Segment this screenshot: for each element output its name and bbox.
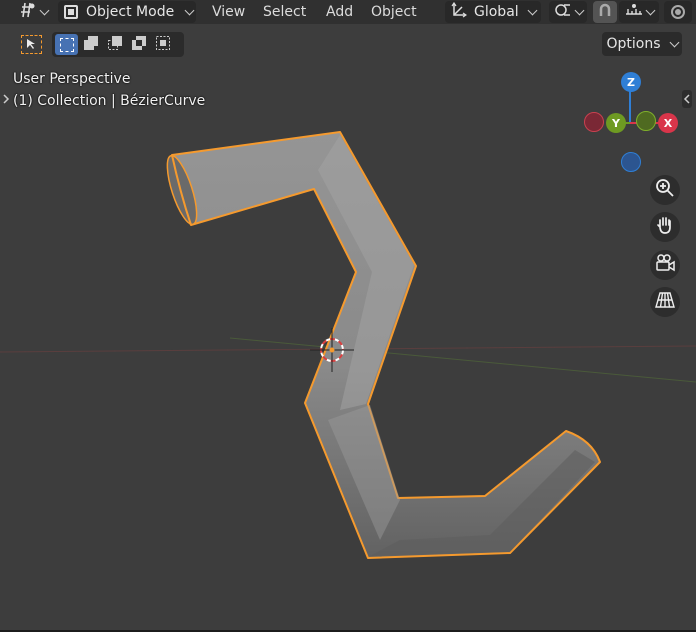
options-dropdown[interactable]: Options [602,32,682,56]
select-difference-icon [131,35,147,55]
gizmo-neg-x-axis[interactable] [584,112,604,132]
orientation-icon [451,1,468,22]
editor-type-button[interactable] [16,1,50,23]
select-new-icon [59,37,74,52]
select-subtract-icon [107,35,123,55]
zoom-icon [655,178,675,202]
gizmo-y-label: Y [612,116,620,130]
perspective-toggle-button[interactable] [650,287,680,317]
object-mode-icon [64,5,78,19]
cursor-arrow-icon [21,35,42,54]
3d-viewport[interactable]: Options User Perspective (1) Collection … [0,24,696,630]
view-name: User Perspective [13,71,131,87]
options-label: Options [606,36,661,52]
chevron-down-icon [39,5,50,15]
transform-orientation-selector[interactable]: Global [445,1,541,23]
menu-add[interactable]: Add [326,0,353,24]
select-intersect-icon [155,35,171,55]
select-difference-button[interactable] [127,34,150,55]
mode-label: Object Mode [86,4,175,20]
orientation-label: Global [474,4,519,20]
select-new-button[interactable] [55,34,78,55]
camera-icon [654,253,676,277]
snap-target-selector[interactable] [619,1,659,23]
pivot-point-selector[interactable] [549,1,587,23]
viewport-editor-icon [18,1,38,23]
toolbar-expand-arrow[interactable] [2,91,10,107]
camera-view-button[interactable] [650,250,680,280]
menu-select[interactable]: Select [263,0,306,24]
menu-object[interactable]: Object [371,0,417,24]
proportional-editing-toggle[interactable] [664,1,692,23]
pivot-icon [554,2,572,22]
magnet-icon [597,2,613,22]
viewport-header: Object Mode View Select Add Object Globa… [0,0,696,24]
collection-info: (1) Collection | BézierCurve [13,93,206,109]
select-intersect-button[interactable] [151,34,174,55]
perspective-grid-icon [655,290,675,314]
y-axis-line [229,337,696,383]
select-subtract-button[interactable] [103,34,126,55]
gizmo-x-axis[interactable]: X [658,113,678,133]
mode-selector[interactable]: Object Mode [58,1,196,23]
bezier-curve-object[interactable] [161,131,601,559]
gizmo-z-label: Z [627,75,635,89]
hand-icon [655,215,675,239]
select-tool-button[interactable] [20,34,43,55]
proportional-editing-icon [671,5,685,19]
chevron-down-icon [645,5,656,15]
gizmo-neg-y-axis[interactable] [636,111,656,131]
chevron-down-icon [527,5,538,15]
chevron-down-icon [669,37,679,47]
select-extend-button[interactable] [79,34,102,55]
pan-button[interactable] [650,212,680,242]
snap-increment-icon [624,2,644,22]
chevron-down-icon [184,5,195,15]
gizmo-y-axis[interactable]: Y [606,113,626,133]
gizmo-x-label: X [663,116,673,130]
select-extend-icon [83,35,99,55]
chevron-down-icon [574,5,584,15]
zoom-button[interactable] [650,175,680,205]
gizmo-z-axis[interactable]: Z [621,72,641,92]
gizmo-neg-z-axis[interactable] [621,152,641,172]
snap-toggle[interactable] [593,1,617,23]
sidebar-expand-arrow[interactable] [682,90,692,108]
menu-view[interactable]: View [212,0,245,24]
